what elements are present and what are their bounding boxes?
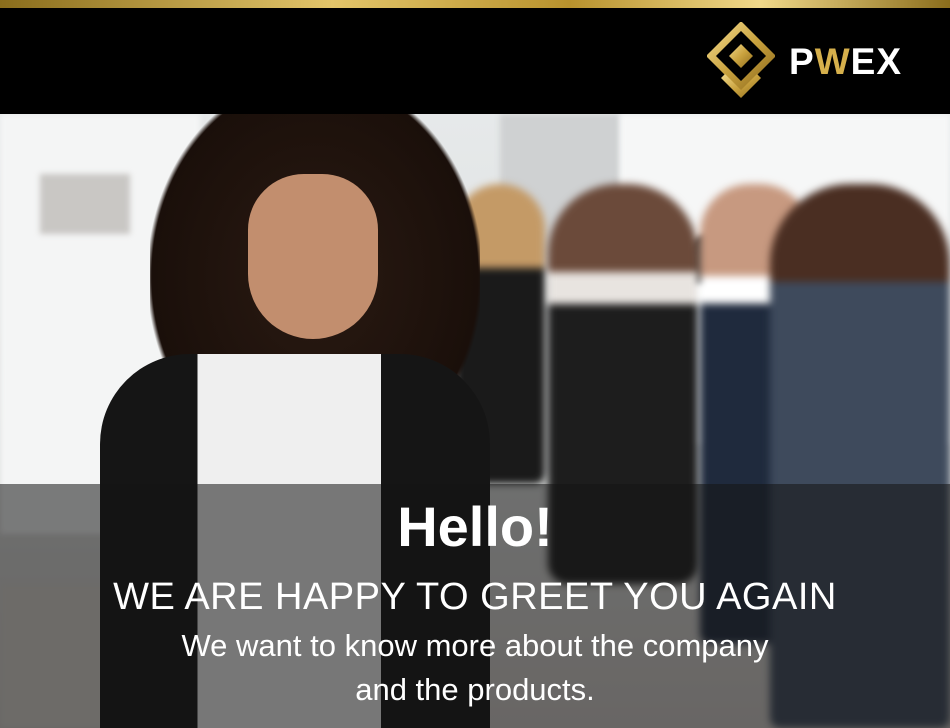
brand-name: PWEX [789,41,902,82]
hero-banner: Hello! WE ARE HAPPY TO GREET YOU AGAIN W… [0,114,950,728]
brand-logo[interactable]: PWEX [707,22,902,102]
gold-top-border [0,0,950,8]
subline: We want to know more about the company a… [0,624,950,712]
diamond-logo-icon [707,22,776,98]
shelf [40,174,130,234]
greeting-title: Hello! [397,495,553,558]
woman-face [248,174,378,339]
header: PWEX [0,8,950,114]
subline-2: and the products. [355,672,595,707]
subline-1: We want to know more about the company [181,628,769,663]
headline: WE ARE HAPPY TO GREET YOU AGAIN [113,576,837,618]
